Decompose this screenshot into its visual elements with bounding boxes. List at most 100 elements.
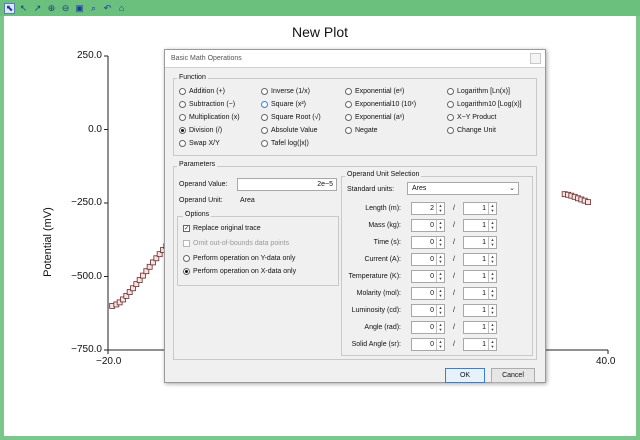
checkbox-box[interactable]: ✓: [183, 225, 190, 232]
denominator-stepper[interactable]: 1 ▲ ▼: [463, 270, 497, 283]
ok-button[interactable]: OK: [445, 368, 485, 383]
radio-dot[interactable]: [447, 88, 454, 95]
radio-dot[interactable]: [183, 268, 190, 275]
function-radio[interactable]: Exponential (aˣ): [345, 114, 404, 121]
function-radio[interactable]: Multiplication (x): [179, 114, 240, 121]
x-data-only-radio[interactable]: Perform operation on X-data only: [183, 268, 296, 275]
numerator-stepper[interactable]: 0 ▲ ▼: [411, 219, 445, 232]
function-radio[interactable]: Addition (+): [179, 88, 225, 95]
home-icon[interactable]: ⌂: [116, 3, 127, 14]
radio-dot[interactable]: [345, 88, 352, 95]
radio-dot[interactable]: [261, 127, 268, 134]
radio-dot[interactable]: [261, 140, 268, 147]
spin-arrows-icon[interactable]: ▲ ▼: [488, 237, 496, 248]
spin-arrows-icon[interactable]: ▲ ▼: [488, 339, 496, 350]
denominator-stepper[interactable]: 1 ▲ ▼: [463, 202, 497, 215]
standard-units-select[interactable]: Ares ⌄: [407, 182, 519, 195]
close-icon[interactable]: [530, 53, 541, 64]
spin-arrows-icon[interactable]: ▲ ▼: [488, 254, 496, 265]
cancel-button[interactable]: Cancel: [491, 368, 535, 383]
denominator-stepper[interactable]: 1 ▲ ▼: [463, 219, 497, 232]
function-radio[interactable]: Square (x²): [261, 101, 306, 108]
radio-dot[interactable]: [447, 127, 454, 134]
function-label: Exponential (aˣ): [355, 114, 405, 121]
spin-arrows-icon[interactable]: ▲ ▼: [436, 237, 444, 248]
function-radio[interactable]: Logarithm10 [Log(x)]: [447, 101, 522, 108]
numerator-stepper[interactable]: 0 ▲ ▼: [411, 321, 445, 334]
numerator-stepper[interactable]: 0 ▲ ▼: [411, 253, 445, 266]
stepper-value: 1: [482, 256, 486, 263]
denominator-stepper[interactable]: 1 ▲ ▼: [463, 253, 497, 266]
y-data-only-radio[interactable]: Perform operation on Y-data only: [183, 255, 295, 262]
data-cursor-icon[interactable]: ↗: [32, 3, 43, 14]
undo-zoom-icon[interactable]: ↶: [102, 3, 113, 14]
radio-dot[interactable]: [261, 88, 268, 95]
unit-row-label: Angle (rad):: [364, 324, 401, 331]
spin-arrows-icon[interactable]: ▲ ▼: [436, 322, 444, 333]
spin-arrows-icon[interactable]: ▲ ▼: [488, 322, 496, 333]
function-radio[interactable]: Tafel log(|x|): [261, 140, 309, 147]
function-radio[interactable]: Subtraction (−): [179, 101, 235, 108]
function-radio[interactable]: Swap X/Y: [179, 140, 220, 147]
spin-arrows-icon[interactable]: ▲ ▼: [436, 339, 444, 350]
function-radio[interactable]: X−Y Product: [447, 114, 496, 121]
numerator-stepper[interactable]: 0 ▲ ▼: [411, 338, 445, 351]
spin-arrows-icon[interactable]: ▲ ▼: [436, 220, 444, 231]
numerator-stepper[interactable]: 0 ▲ ▼: [411, 236, 445, 249]
numerator-stepper[interactable]: 0 ▲ ▼: [411, 304, 445, 317]
function-label: X−Y Product: [457, 114, 497, 121]
spin-arrows-icon[interactable]: ▲ ▼: [488, 220, 496, 231]
function-radio[interactable]: Division (/): [179, 127, 222, 134]
radio-dot[interactable]: [183, 255, 190, 262]
zoom-out-icon[interactable]: ⊖: [60, 3, 71, 14]
function-radio[interactable]: Exponential (eˣ): [345, 88, 404, 95]
radio-dot[interactable]: [179, 114, 186, 121]
function-label: Absolute Value: [271, 127, 318, 134]
spin-arrows-icon[interactable]: ▲ ▼: [436, 254, 444, 265]
radio-dot[interactable]: [345, 114, 352, 121]
radio-dot[interactable]: [179, 140, 186, 147]
zoom-in-icon[interactable]: ⊕: [46, 3, 57, 14]
denominator-stepper[interactable]: 1 ▲ ▼: [463, 338, 497, 351]
function-radio[interactable]: Negate: [345, 127, 378, 134]
numerator-stepper[interactable]: 2 ▲ ▼: [411, 202, 445, 215]
arrow-icon[interactable]: ↖: [18, 3, 29, 14]
function-radio[interactable]: Logarithm [Ln(x)]: [447, 88, 510, 95]
spin-arrows-icon[interactable]: ▲ ▼: [488, 271, 496, 282]
radio-dot[interactable]: [447, 114, 454, 121]
zoom-box-icon[interactable]: ▣: [74, 3, 85, 14]
fraction-slash: /: [453, 307, 455, 314]
spin-arrows-icon[interactable]: ▲ ▼: [436, 288, 444, 299]
replace-original-trace-checkbox[interactable]: ✓ Replace original trace: [183, 225, 261, 232]
denominator-stepper[interactable]: 1 ▲ ▼: [463, 321, 497, 334]
denominator-stepper[interactable]: 1 ▲ ▼: [463, 236, 497, 249]
denominator-stepper[interactable]: 1 ▲ ▼: [463, 304, 497, 317]
spin-arrows-icon[interactable]: ▲ ▼: [436, 305, 444, 316]
spin-arrows-icon[interactable]: ▲ ▼: [488, 288, 496, 299]
numerator-stepper[interactable]: 0 ▲ ▼: [411, 287, 445, 300]
radio-dot[interactable]: [261, 114, 268, 121]
zoom-fit-icon[interactable]: ⌕: [88, 3, 99, 14]
function-radio[interactable]: Absolute Value: [261, 127, 318, 134]
spin-arrows-icon[interactable]: ▲ ▼: [488, 203, 496, 214]
function-label: Exponential10 (10ˣ): [355, 101, 417, 108]
spin-arrows-icon[interactable]: ▲ ▼: [488, 305, 496, 316]
pointer-select-icon[interactable]: ⬉: [4, 2, 15, 14]
radio-dot[interactable]: [179, 127, 186, 134]
radio-dot[interactable]: [179, 88, 186, 95]
function-radio[interactable]: Inverse (1/x): [261, 88, 310, 95]
function-radio[interactable]: Square Root (√): [261, 114, 321, 121]
spin-arrows-icon[interactable]: ▲ ▼: [436, 203, 444, 214]
numerator-stepper[interactable]: 0 ▲ ▼: [411, 270, 445, 283]
radio-dot[interactable]: [261, 101, 268, 108]
unit-row-label: Length (m):: [365, 205, 401, 212]
radio-dot[interactable]: [179, 101, 186, 108]
radio-dot[interactable]: [345, 101, 352, 108]
denominator-stepper[interactable]: 1 ▲ ▼: [463, 287, 497, 300]
radio-dot[interactable]: [447, 101, 454, 108]
function-radio[interactable]: Change Unit: [447, 127, 496, 134]
operand-value-input[interactable]: 2e−5: [237, 178, 337, 191]
function-radio[interactable]: Exponential10 (10ˣ): [345, 101, 416, 108]
spin-arrows-icon[interactable]: ▲ ▼: [436, 271, 444, 282]
radio-dot[interactable]: [345, 127, 352, 134]
